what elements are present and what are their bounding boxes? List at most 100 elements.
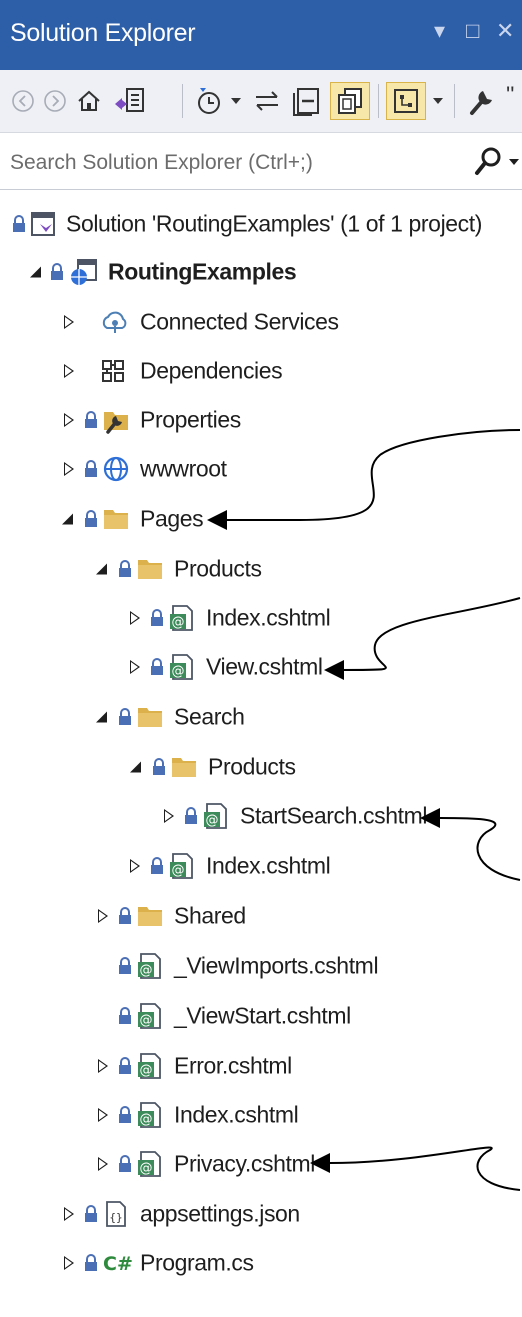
lock-icon: [118, 1057, 132, 1075]
tree-item-label: Index.cshtml: [174, 1101, 299, 1128]
json-file-icon: {}: [102, 1200, 130, 1228]
collapsed-arrow-icon[interactable]: [64, 462, 74, 476]
tree-item-startsearch[interactable]: @ StartSearch.cshtml: [0, 794, 522, 838]
collapse-all-icon[interactable]: [290, 82, 322, 120]
tree-item-label: Properties: [140, 406, 241, 433]
svg-text:@: @: [172, 863, 185, 878]
tree-item-pages-index[interactable]: @ Index.cshtml: [0, 1093, 522, 1137]
lock-icon: [150, 609, 164, 627]
lock-icon: [118, 1007, 132, 1025]
tree-item-products-index[interactable]: @ Index.cshtml: [0, 596, 522, 640]
svg-text:@: @: [140, 1112, 153, 1127]
search-input[interactable]: [8, 144, 472, 182]
tree-item-label: Search: [174, 703, 245, 730]
expanded-arrow-icon[interactable]: [96, 563, 107, 575]
lock-icon: [152, 758, 166, 776]
collapsed-arrow-icon[interactable]: [130, 859, 140, 873]
tree-item-dependencies[interactable]: Dependencies: [0, 349, 522, 393]
tree-item-viewstart[interactable]: @ _ViewStart.cshtml: [0, 994, 522, 1038]
tree-item-program[interactable]: C# Program.cs: [0, 1241, 522, 1285]
tree-item-privacy[interactable]: @ Privacy.cshtml: [0, 1142, 522, 1186]
preview-icon[interactable]: [386, 82, 426, 120]
dropdown-arrow-icon[interactable]: ▾: [434, 18, 445, 44]
expanded-arrow-icon[interactable]: [62, 513, 73, 525]
dependencies-icon: [100, 357, 128, 385]
tree-item-search-index[interactable]: @ Index.cshtml: [0, 844, 522, 888]
collapsed-arrow-icon[interactable]: [164, 809, 174, 823]
tree-item-pages[interactable]: Pages: [0, 497, 522, 541]
forward-icon[interactable]: [40, 82, 70, 120]
svg-text:@: @: [140, 963, 153, 978]
tree-item-search[interactable]: Search: [0, 695, 522, 739]
tree-item-appsettings[interactable]: {} appsettings.json: [0, 1192, 522, 1236]
switch-views-icon[interactable]: [110, 82, 150, 120]
svg-text:{}: {}: [109, 1211, 122, 1224]
collapsed-arrow-icon[interactable]: [98, 1059, 108, 1073]
tree-item-label: RoutingExamples: [108, 258, 297, 285]
tree-item-wwwroot[interactable]: wwwroot: [0, 447, 522, 491]
razor-file-icon: @: [136, 1150, 164, 1178]
lock-icon: [84, 460, 98, 478]
maximize-icon[interactable]: □: [466, 18, 479, 44]
razor-file-icon: @: [136, 1052, 164, 1080]
csharp-file-icon: C#: [102, 1249, 136, 1277]
expanded-arrow-icon[interactable]: [130, 761, 141, 773]
tree-item-properties[interactable]: Properties: [0, 398, 522, 442]
collapsed-arrow-icon[interactable]: [64, 413, 74, 427]
tree-item-connected-services[interactable]: Connected Services: [0, 300, 522, 344]
toolbar: '': [0, 70, 522, 133]
tree-item-project[interactable]: RoutingExamples: [0, 250, 522, 294]
lock-icon: [50, 263, 64, 281]
tree-item-pages-products[interactable]: Products: [0, 547, 522, 591]
expanded-arrow-icon[interactable]: [96, 711, 107, 723]
tree-item-label: appsettings.json: [140, 1200, 300, 1227]
expanded-arrow-icon[interactable]: [30, 266, 41, 278]
toolbar-overflow[interactable]: '': [506, 82, 514, 108]
toolbar-separator: [378, 84, 379, 118]
lock-icon: [118, 1155, 132, 1173]
razor-file-icon: @: [168, 852, 196, 880]
properties-folder-icon: [102, 406, 130, 434]
tree-item-solution[interactable]: Solution 'RoutingExamples' (1 of 1 proje…: [0, 202, 522, 246]
collapsed-arrow-icon[interactable]: [130, 660, 140, 674]
tree-item-label: Products: [174, 555, 262, 582]
collapsed-arrow-icon[interactable]: [64, 1256, 74, 1270]
search-options-dropdown-icon[interactable]: [508, 154, 520, 172]
globe-icon: [102, 455, 130, 483]
collapsed-arrow-icon[interactable]: [98, 1108, 108, 1122]
lock-icon: [84, 1205, 98, 1223]
razor-file-icon: @: [136, 1101, 164, 1129]
tree-item-search-products[interactable]: Products: [0, 745, 522, 789]
tree-item-error[interactable]: @ Error.cshtml: [0, 1044, 522, 1088]
svg-text:@: @: [140, 1161, 153, 1176]
properties-icon[interactable]: [466, 82, 498, 120]
collapsed-arrow-icon[interactable]: [98, 1157, 108, 1171]
tree-item-products-view[interactable]: @ View.cshtml: [0, 645, 522, 689]
tree-item-shared[interactable]: Shared: [0, 894, 522, 938]
tree-item-viewimports[interactable]: @ _ViewImports.cshtml: [0, 944, 522, 988]
web-project-icon: [70, 258, 98, 286]
tree-item-label: Connected Services: [140, 308, 339, 335]
collapsed-arrow-icon[interactable]: [98, 909, 108, 923]
collapsed-arrow-icon[interactable]: [130, 611, 140, 625]
tree-item-label: Shared: [174, 902, 246, 929]
toolbar-separator: [454, 84, 455, 118]
home-icon[interactable]: [74, 82, 104, 120]
collapsed-arrow-icon[interactable]: [64, 364, 74, 378]
lock-icon: [12, 215, 26, 233]
dropdown-arrow-icon[interactable]: [228, 82, 244, 120]
search-icon[interactable]: [474, 146, 502, 183]
back-icon[interactable]: [8, 82, 38, 120]
tree-item-label: _ViewImports.cshtml: [174, 952, 379, 979]
svg-text:@: @: [140, 1013, 153, 1028]
collapsed-arrow-icon[interactable]: [64, 1207, 74, 1221]
close-icon[interactable]: ✕: [496, 18, 514, 44]
svg-text:@: @: [172, 664, 185, 679]
razor-file-icon: @: [202, 802, 230, 830]
show-all-files-icon[interactable]: [330, 82, 370, 120]
collapsed-arrow-icon[interactable]: [64, 315, 74, 329]
sync-icon[interactable]: [252, 82, 282, 120]
pending-changes-filter-icon[interactable]: [194, 82, 224, 120]
tree-item-label: Dependencies: [140, 357, 283, 384]
dropdown-arrow-icon[interactable]: [430, 82, 446, 120]
